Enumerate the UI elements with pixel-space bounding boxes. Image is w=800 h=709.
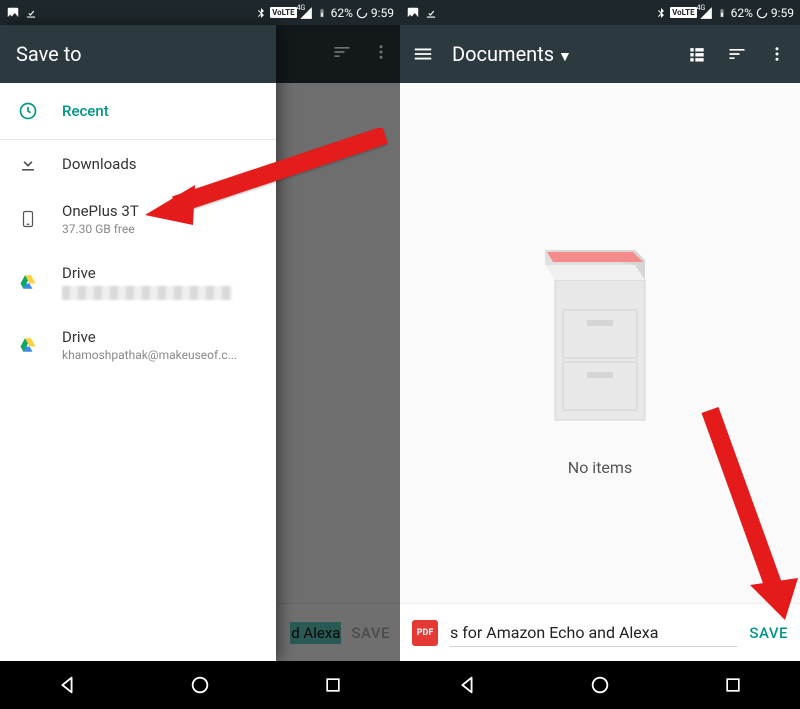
clock-time: 9:59 [771, 6, 794, 20]
image-notification-icon [406, 6, 420, 20]
image-notification-icon [6, 6, 20, 20]
downloads-label: Downloads [62, 155, 137, 173]
battery-percent: 62% [331, 6, 353, 20]
battery-icon [315, 6, 329, 20]
filename-bar: PDF s for Amazon Echo and Alexa SAVE [400, 603, 800, 661]
google-drive-icon [18, 272, 38, 292]
drive-account-redacted [62, 286, 232, 300]
device-free-space: 37.30 GB free [62, 222, 139, 236]
sort-icon[interactable] [726, 43, 748, 65]
home-button[interactable] [588, 673, 612, 697]
spinner-icon [755, 6, 769, 20]
drawer-item-drive-1[interactable]: Drive [0, 250, 276, 314]
drawer-title: Save to [0, 25, 276, 83]
empty-state: No items [400, 83, 800, 603]
download-icon [18, 154, 38, 174]
recents-button[interactable] [721, 673, 745, 697]
overflow-menu-icon[interactable] [766, 43, 788, 65]
volte-badge: VoLTE [270, 7, 296, 18]
drawer-item-recent[interactable]: Recent [0, 83, 276, 140]
status-bar: VoLTE 4G 62% 9:59 [0, 0, 400, 25]
signal-icon: 4G [299, 6, 313, 20]
spinner-icon [355, 6, 369, 20]
google-drive-icon [18, 335, 38, 355]
navigation-bar [0, 661, 400, 709]
screen-documents: VoLTE 4G 62% 9:59 Documents ▼ [400, 0, 800, 709]
save-button[interactable]: SAVE [749, 624, 788, 642]
save-to-drawer: Save to Recent Downloads OnePlus 3T 37.3… [0, 25, 276, 661]
chevron-down-icon: ▼ [551, 49, 572, 65]
recent-label: Recent [62, 102, 109, 120]
home-button[interactable] [188, 673, 212, 697]
battery-icon [715, 6, 729, 20]
empty-cabinet-illustration [525, 210, 675, 430]
clock-icon [18, 101, 38, 121]
download-done-icon [424, 6, 438, 20]
battery-percent: 62% [731, 6, 753, 20]
pdf-file-icon: PDF [412, 620, 438, 646]
status-bar: VoLTE 4G 62% 9:59 [400, 0, 800, 25]
folder-title-dropdown[interactable]: Documents ▼ [452, 42, 668, 66]
recents-button[interactable] [321, 673, 345, 697]
signal-icon: 4G [699, 6, 713, 20]
drive-account: khamoshpathak@makeuseof.c... [62, 348, 237, 362]
clock-time: 9:59 [371, 6, 394, 20]
app-bar: Documents ▼ [400, 25, 800, 83]
filename-input[interactable]: s for Amazon Echo and Alexa [450, 619, 737, 647]
download-done-icon [24, 6, 38, 20]
screen-save-to-drawer: VoLTE 4G 62% 9:59 d Alexa SAVE [0, 0, 400, 709]
drive-label: Drive [62, 264, 232, 282]
bluetooth-icon [654, 6, 668, 20]
drawer-item-downloads[interactable]: Downloads [0, 140, 276, 188]
bluetooth-icon [254, 6, 268, 20]
back-button[interactable] [55, 673, 79, 697]
hamburger-menu-icon[interactable] [412, 43, 434, 65]
empty-state-text: No items [568, 458, 632, 477]
back-button[interactable] [455, 673, 479, 697]
navigation-bar [400, 661, 800, 709]
device-name: OnePlus 3T [62, 202, 139, 220]
view-list-icon[interactable] [686, 43, 708, 65]
phone-icon [18, 209, 38, 229]
drawer-item-drive-2[interactable]: Drive khamoshpathak@makeuseof.c... [0, 314, 276, 376]
drive-label: Drive [62, 328, 237, 346]
volte-badge: VoLTE [670, 7, 696, 18]
drawer-item-device[interactable]: OnePlus 3T 37.30 GB free [0, 188, 276, 250]
